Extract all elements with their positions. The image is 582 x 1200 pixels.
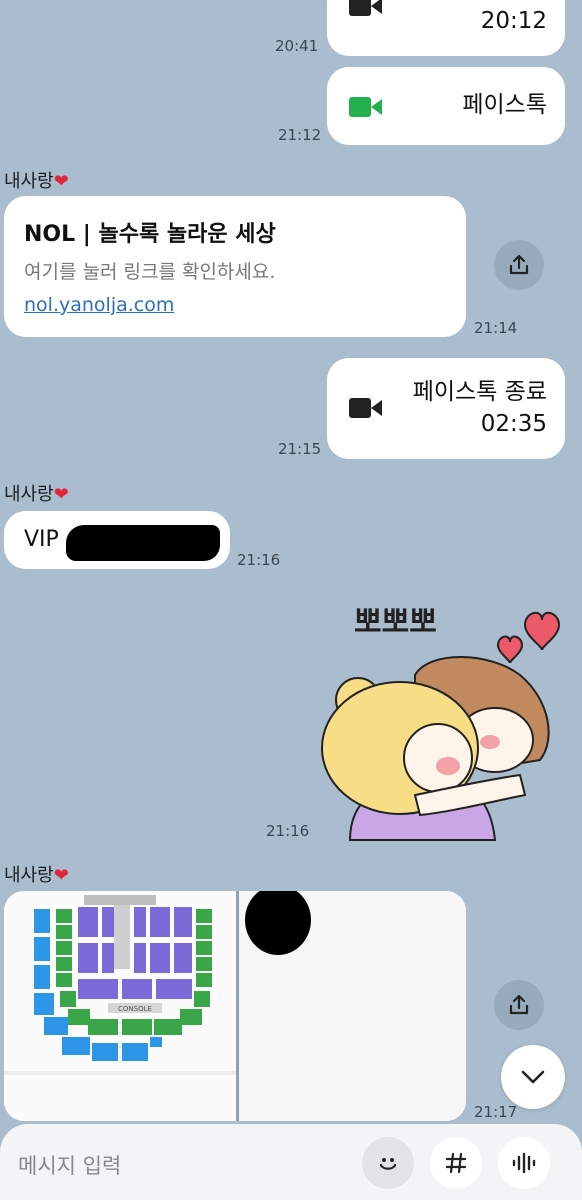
sender-name: 내사랑❤ <box>4 171 69 192</box>
redaction-mark <box>66 525 220 561</box>
console-label: CONSOLE <box>118 1005 152 1013</box>
message-input-bar: 메시지 입력 <box>0 1124 582 1200</box>
call-duration: 20:12 <box>480 8 547 34</box>
message-time: 21:15 <box>278 440 322 458</box>
chevron-down-icon <box>521 1070 545 1084</box>
scroll-down-button[interactable] <box>501 1045 565 1109</box>
message-time: 20:41 <box>275 37 319 55</box>
hashtag-icon <box>445 1152 467 1174</box>
message-time: 21:16 <box>237 551 281 569</box>
message-time: 21:16 <box>266 822 310 840</box>
share-icon <box>509 994 529 1015</box>
sender-name: 내사랑❤ <box>4 484 69 505</box>
share-button[interactable] <box>494 240 544 290</box>
heart-icon: ❤ <box>53 484 69 505</box>
video-call-icon <box>349 0 382 16</box>
message-input[interactable]: 메시지 입력 <box>0 1124 370 1200</box>
video-call-icon <box>349 398 382 418</box>
call-label: 페이스톡 <box>462 92 547 118</box>
share-icon <box>509 254 529 275</box>
voice-button[interactable] <box>498 1137 550 1189</box>
link-title: NOL | 놀수록 놀라운 세상 <box>24 222 276 247</box>
link-url[interactable]: nol.yanolja.com <box>24 294 174 316</box>
seat-grid-image <box>239 891 466 1121</box>
kiss-sticker-image: 뽀뽀뽀 <box>321 605 561 841</box>
hashtag-button[interactable] <box>430 1137 482 1189</box>
voice-icon <box>512 1152 536 1174</box>
message-time: 21:12 <box>278 126 322 144</box>
sender-name: 내사랑❤ <box>4 865 69 886</box>
call-message-1[interactable]: 20:12 <box>327 0 565 56</box>
sticker-message[interactable]: 뽀뽀뽀 <box>320 590 568 842</box>
seat-map-image: CONSOLE <box>4 891 236 1121</box>
share-button[interactable] <box>494 980 544 1030</box>
message-time: 21:14 <box>474 319 518 337</box>
link-description: 여기를 눌러 링크를 확인하세요. <box>24 261 276 283</box>
image-message[interactable]: CONSOLE <box>4 891 466 1121</box>
message-time: 21:17 <box>474 1103 518 1121</box>
call-message-3[interactable]: 페이스톡 종료 02:35 <box>327 358 565 459</box>
sticker-text: 뽀뽀뽀 <box>354 605 437 640</box>
heart-icon: ❤ <box>53 865 69 886</box>
message-text: VIP <box>24 527 59 552</box>
call-duration: 02:35 <box>480 411 547 437</box>
heart-icon: ❤ <box>53 171 69 192</box>
call-message-2[interactable]: 페이스톡 <box>327 67 565 145</box>
video-call-icon <box>349 97 382 117</box>
redaction-mark <box>245 891 311 955</box>
emoji-icon <box>379 1158 397 1170</box>
link-preview-card[interactable]: NOL | 놀수록 놀라운 세상 여기를 눌러 링크를 확인하세요. nol.y… <box>4 196 466 337</box>
input-placeholder: 메시지 입력 <box>18 1154 122 1178</box>
emoji-button[interactable] <box>362 1137 414 1189</box>
text-message[interactable]: VIP <box>4 511 230 569</box>
call-label: 페이스톡 종료 <box>412 379 547 405</box>
